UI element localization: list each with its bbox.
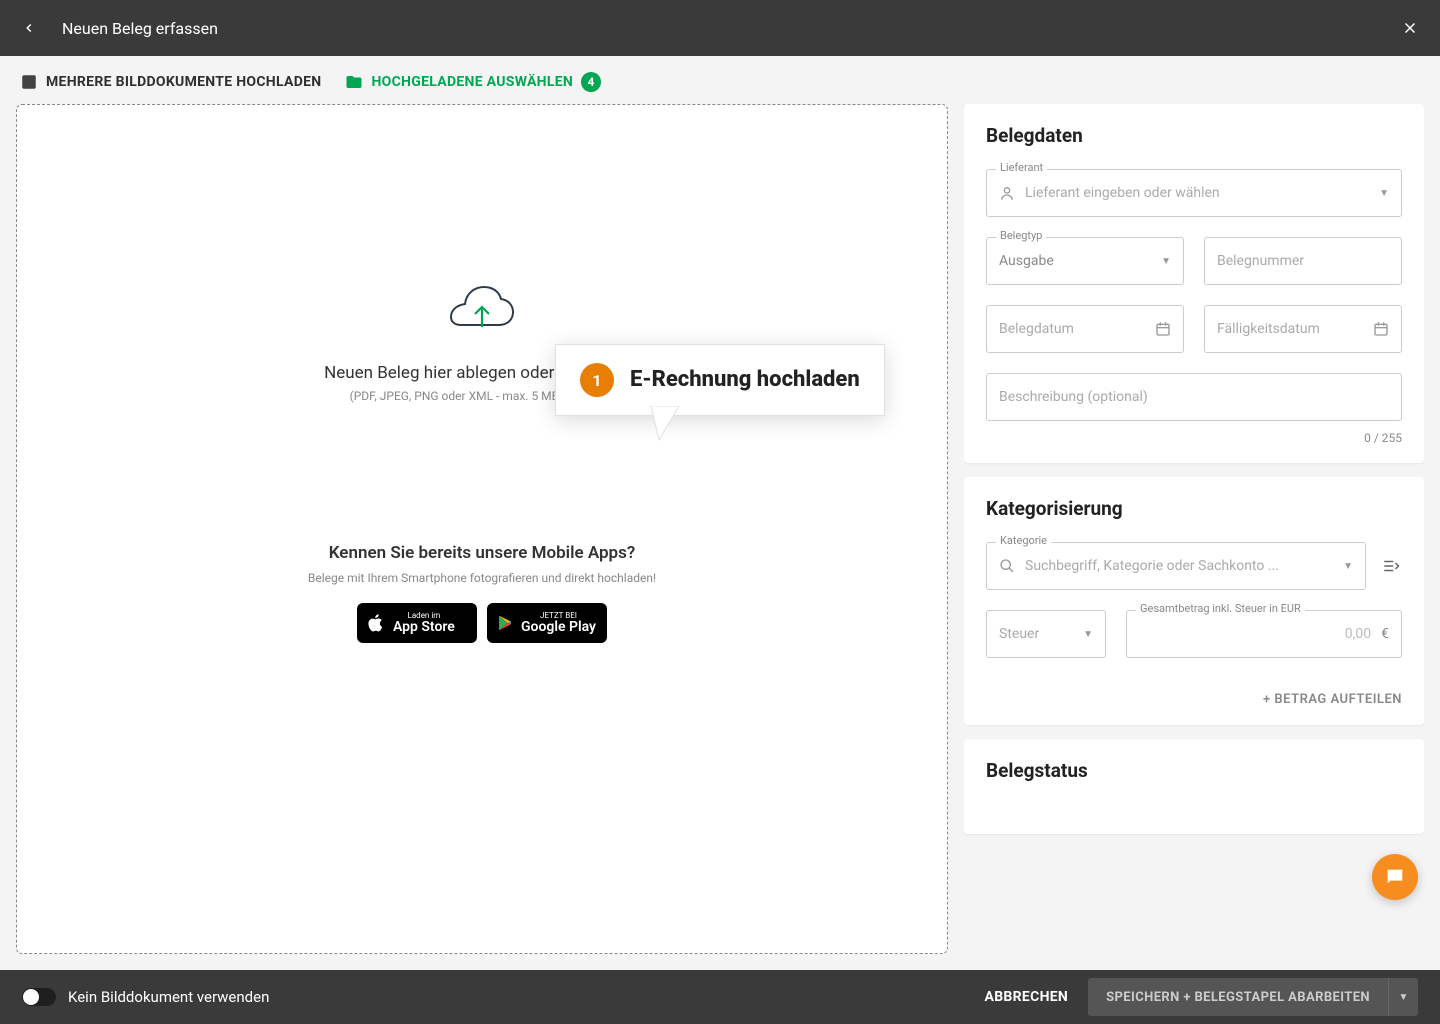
callout-text: E-Rechnung hochladen xyxy=(630,367,860,393)
field-label: Belegtyp xyxy=(996,229,1046,242)
apple-icon xyxy=(367,613,385,633)
search-icon xyxy=(999,558,1015,574)
split-list-button[interactable] xyxy=(1382,557,1402,575)
lieferant-input[interactable]: Lieferant eingeben oder wählen ▼ xyxy=(986,169,1402,217)
callout-pointer-icon xyxy=(645,406,685,446)
chevron-down-icon: ▼ xyxy=(1343,561,1353,572)
save-button[interactable]: SPEICHERN + BELEGSTAPEL ABARBEITEN xyxy=(1088,990,1388,1005)
chat-support-button[interactable] xyxy=(1372,854,1418,900)
add-image-icon xyxy=(20,73,38,91)
kategorisierung-card: Kategorisierung Kategorie Suchbegriff, K… xyxy=(964,477,1424,725)
tab-label: HOCHGELADENE AUSWÄHLEN xyxy=(371,74,573,90)
steuer-select[interactable]: Steuer ▼ xyxy=(986,610,1106,658)
chevron-down-icon: ▼ xyxy=(1379,188,1389,199)
folder-icon xyxy=(345,73,363,91)
belegnummer-input[interactable]: Belegnummer xyxy=(1204,237,1402,285)
person-icon xyxy=(999,185,1015,201)
save-button-group: SPEICHERN + BELEGSTAPEL ABARBEITEN ▼ xyxy=(1088,978,1418,1016)
belegdaten-card: Belegdaten Lieferant Lieferant eingeben … xyxy=(964,104,1424,463)
field-label: Lieferant xyxy=(996,161,1047,174)
form-panel: Belegdaten Lieferant Lieferant eingeben … xyxy=(964,104,1424,954)
mobile-apps-promo: Kennen Sie bereits unsere Mobile Apps? B… xyxy=(308,543,656,643)
page-title: Neuen Beleg erfassen xyxy=(62,19,1400,38)
uploaded-count-badge: 4 xyxy=(581,72,601,92)
cancel-button[interactable]: ABBRECHEN xyxy=(984,989,1068,1005)
chevron-down-icon: ▼ xyxy=(1161,256,1171,267)
cloud-upload-icon xyxy=(447,285,517,335)
save-dropdown-button[interactable]: ▼ xyxy=(1388,978,1418,1016)
belegtyp-select[interactable]: Ausgabe ▼ xyxy=(986,237,1184,285)
calendar-icon xyxy=(1155,321,1171,337)
tab-label: MEHRERE BILDDOKUMENTE HOCHLADEN xyxy=(46,74,321,90)
close-button[interactable] xyxy=(1400,18,1420,38)
field-label: Gesamtbetrag inkl. Steuer in EUR xyxy=(1136,602,1305,615)
callout-step-badge: 1 xyxy=(580,363,614,397)
gesamtbetrag-input[interactable]: 0,00 € xyxy=(1126,610,1402,658)
tutorial-callout: 1 E-Rechnung hochladen xyxy=(555,344,885,416)
belegdatum-input[interactable]: Belegdatum xyxy=(986,305,1184,353)
calendar-icon xyxy=(1373,321,1389,337)
header: Neuen Beleg erfassen xyxy=(0,0,1440,56)
tab-upload-multiple[interactable]: MEHRERE BILDDOKUMENTE HOCHLADEN xyxy=(20,73,321,91)
google-play-icon xyxy=(497,614,513,632)
tab-bar: MEHRERE BILDDOKUMENTE HOCHLADEN HOCHGELA… xyxy=(0,56,1440,104)
field-label: Kategorie xyxy=(996,534,1051,547)
back-button[interactable] xyxy=(20,19,38,37)
section-heading: Belegdaten xyxy=(986,124,1402,147)
toggle-label: Kein Bilddokument verwenden xyxy=(68,988,984,1006)
file-dropzone[interactable]: Neuen Beleg hier ablegen oder auswählen … xyxy=(16,104,948,954)
no-image-toggle[interactable] xyxy=(22,988,56,1006)
faelligkeitsdatum-input[interactable]: Fälligkeitsdatum xyxy=(1204,305,1402,353)
currency-symbol: € xyxy=(1381,626,1389,642)
beschreibung-input[interactable]: Beschreibung (optional) xyxy=(986,373,1402,421)
footer-bar: Kein Bilddokument verwenden ABBRECHEN SP… xyxy=(0,970,1440,1024)
section-heading: Belegstatus xyxy=(986,759,1402,782)
section-heading: Kategorisierung xyxy=(986,497,1402,520)
tab-select-uploaded[interactable]: HOCHGELADENE AUSWÄHLEN 4 xyxy=(345,72,601,92)
app-store-badge[interactable]: Laden im App Store xyxy=(357,603,477,643)
google-play-badge[interactable]: JETZT BEI Google Play xyxy=(487,603,607,643)
betrag-aufteilen-button[interactable]: + BETRAG AUFTEILEN xyxy=(986,692,1402,707)
char-counter: 0 / 255 xyxy=(986,431,1402,445)
belegstatus-card: Belegstatus xyxy=(964,739,1424,834)
kategorie-input[interactable]: Suchbegriff, Kategorie oder Sachkonto ..… xyxy=(986,542,1366,590)
chevron-down-icon: ▼ xyxy=(1083,629,1093,640)
apps-title: Kennen Sie bereits unsere Mobile Apps? xyxy=(308,543,656,563)
apps-subtitle: Belege mit Ihrem Smartphone fotografiere… xyxy=(308,571,656,585)
